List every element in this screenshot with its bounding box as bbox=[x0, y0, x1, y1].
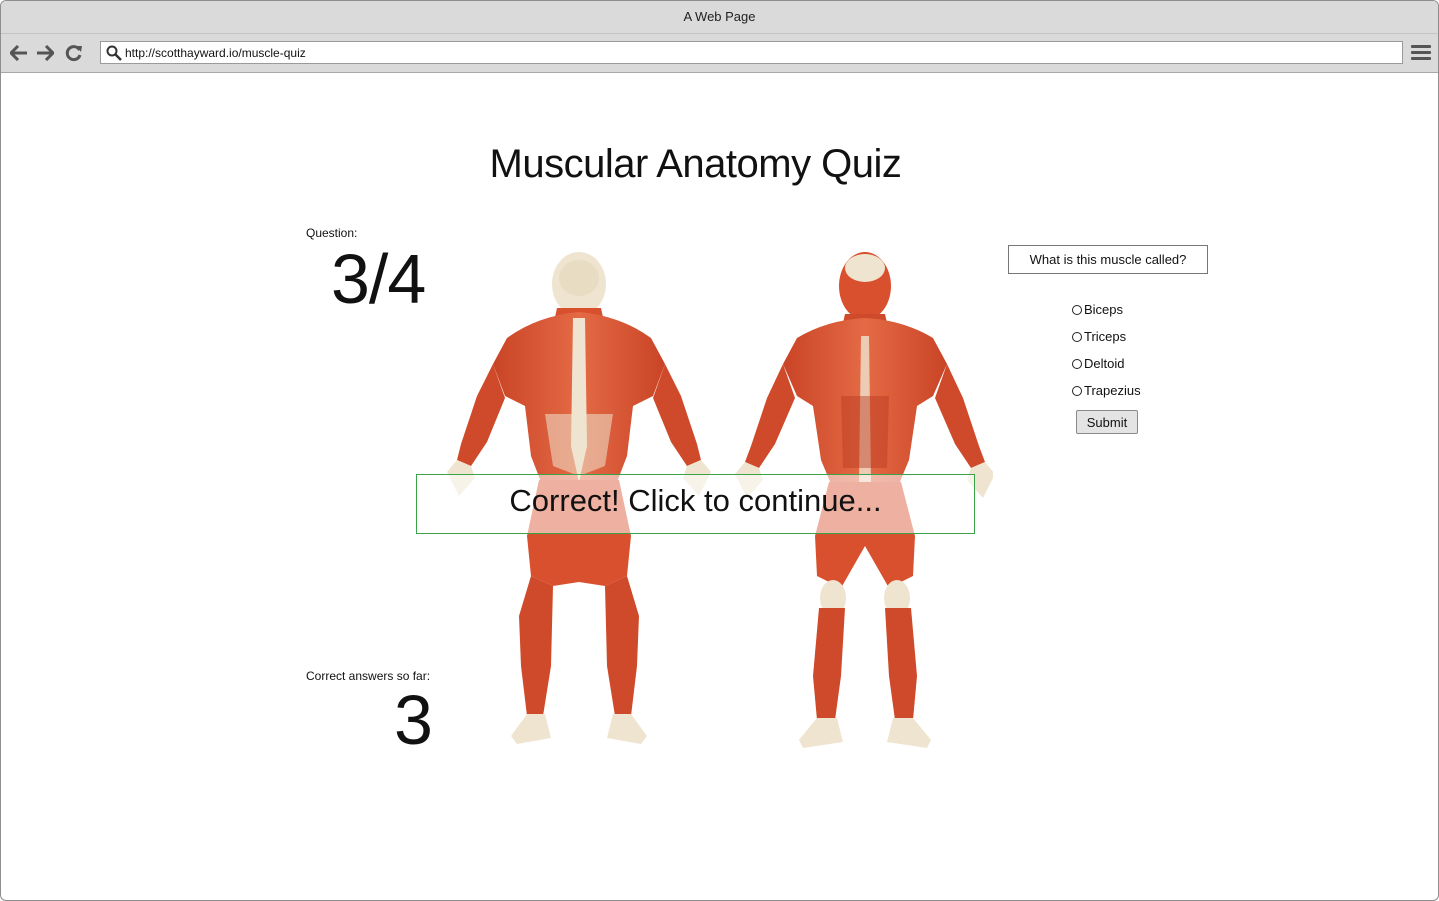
answer-label: Triceps bbox=[1084, 329, 1127, 344]
question-progress: 3/4 bbox=[331, 240, 426, 318]
answer-options: Biceps Triceps Deltoid Trapezius bbox=[1072, 296, 1141, 404]
forward-arrow-icon[interactable] bbox=[35, 43, 55, 63]
feedback-banner[interactable]: Correct! Click to continue... bbox=[416, 474, 975, 534]
answer-label: Trapezius bbox=[1084, 383, 1141, 398]
browser-toolbar bbox=[1, 34, 1438, 73]
back-arrow-icon[interactable] bbox=[9, 43, 29, 63]
submit-button[interactable]: Submit bbox=[1076, 410, 1138, 434]
answer-option-deltoid[interactable]: Deltoid bbox=[1072, 350, 1141, 377]
address-bar[interactable] bbox=[100, 41, 1403, 64]
question-label: Question: bbox=[306, 226, 358, 240]
page-title: Muscular Anatomy Quiz bbox=[489, 142, 902, 186]
radio-button[interactable] bbox=[1072, 304, 1082, 315]
reload-icon[interactable] bbox=[64, 43, 84, 63]
browser-window: A Web Page Muscular Anatomy Quiz Questio… bbox=[0, 0, 1439, 901]
url-input[interactable] bbox=[125, 44, 1385, 62]
hamburger-menu-icon[interactable] bbox=[1411, 45, 1431, 63]
answer-option-triceps[interactable]: Triceps bbox=[1072, 323, 1141, 350]
window-title: A Web Page bbox=[1, 1, 1438, 34]
correct-answers-count: 3 bbox=[394, 681, 433, 759]
search-icon bbox=[106, 45, 122, 61]
radio-button[interactable] bbox=[1072, 358, 1082, 369]
question-prompt: What is this muscle called? bbox=[1008, 245, 1208, 274]
answer-label: Deltoid bbox=[1084, 356, 1125, 371]
answer-label: Biceps bbox=[1084, 302, 1124, 317]
answer-option-biceps[interactable]: Biceps bbox=[1072, 296, 1141, 323]
radio-button[interactable] bbox=[1072, 385, 1082, 396]
radio-button[interactable] bbox=[1072, 331, 1082, 342]
answer-option-trapezius[interactable]: Trapezius bbox=[1072, 377, 1141, 404]
